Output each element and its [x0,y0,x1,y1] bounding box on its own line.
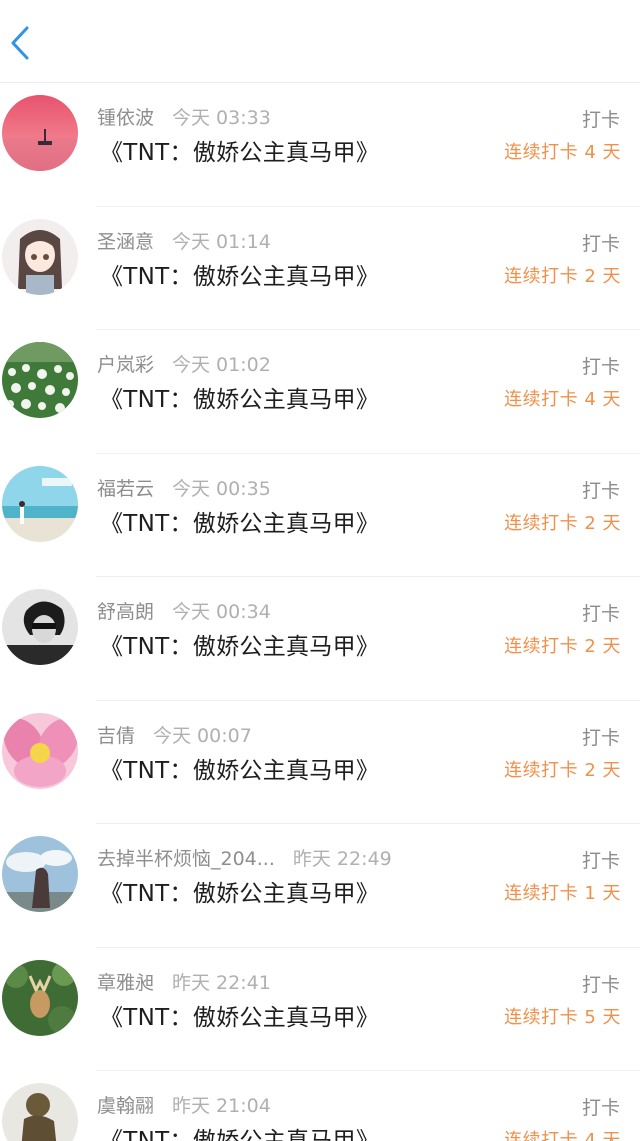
checkin-label: 打卡 [581,603,620,625]
avatar[interactable] [2,589,78,665]
book-title[interactable]: 《TNT：傲娇公主真马甲》 [100,874,379,908]
name-line: 锺依波 今天 03:33 [97,103,271,130]
user-name[interactable]: 去掉半杯烦恼_204... [97,848,275,870]
avatar[interactable] [2,836,78,912]
name-line: 去掉半杯烦恼_204... 昨天 22:49 [97,844,392,871]
checkin-time: 昨天 22:41 [172,971,271,994]
list-item[interactable]: 吉倩 今天 00:07 《TNT：傲娇公主真马甲》 打卡 连续打卡 2 天 [0,701,640,824]
streak-badge: 连续打卡 2 天 [504,636,621,657]
list-item[interactable]: 章雅昶 昨天 22:41 《TNT：傲娇公主真马甲》 打卡 连续打卡 5 天 [0,948,640,1071]
checkin-list: 锺依波 今天 03:33 《TNT：傲娇公主真马甲》 打卡 连续打卡 4 天 圣涵… [0,83,640,1141]
streak-badge: 连续打卡 2 天 [504,265,621,287]
streak-badge: 连续打卡 2 天 [504,512,621,534]
back-button[interactable] [0,18,40,68]
book-title[interactable]: 《TNT：傲娇公主真马甲》 [100,751,379,785]
checkin-time: 今天 00:34 [172,601,271,623]
user-name[interactable]: 舒高朗 [97,601,154,623]
streak-badge: 连续打卡 1 天 [504,883,621,904]
user-name[interactable]: 章雅昶 [97,972,154,994]
name-line: 章雅昶 昨天 22:41 [97,968,271,995]
checkin-label: 打卡 [581,356,620,378]
avatar[interactable] [2,95,78,171]
streak-badge: 连续打卡 5 天 [504,1006,621,1028]
checkin-time: 昨天 21:04 [172,1095,271,1117]
checkin-time: 今天 00:07 [153,724,252,747]
book-title[interactable]: 《TNT：傲娇公主真马甲》 [100,133,379,167]
user-name[interactable]: 虞翰翮 [97,1095,154,1117]
list-item[interactable]: 福若云 今天 00:35 《TNT：傲娇公主真马甲》 打卡 连续打卡 2 天 [0,454,640,577]
name-line: 吉倩 今天 00:07 [97,721,252,748]
book-title[interactable]: 《TNT：傲娇公主真马甲》 [100,998,379,1032]
checkin-label: 打卡 [581,1097,620,1119]
checkin-label: 打卡 [581,726,620,749]
name-line: 舒高朗 今天 00:34 [97,597,271,624]
chevron-left-icon [11,26,29,60]
checkin-time: 今天 01:02 [172,354,271,376]
streak-badge: 连续打卡 4 天 [504,1130,621,1141]
list-item[interactable]: 圣涵意 今天 01:14 《TNT：傲娇公主真马甲》 打卡 连续打卡 2 天 [0,207,640,330]
checkin-time: 昨天 22:49 [292,848,392,870]
name-line: 虞翰翮 昨天 21:04 [97,1091,271,1118]
book-title[interactable]: 《TNT：傲娇公主真马甲》 [100,504,379,538]
avatar[interactable] [2,218,78,295]
book-title[interactable]: 《TNT：傲娇公主真马甲》 [100,627,379,661]
streak-badge: 连续打卡 4 天 [504,389,621,410]
checkin-time: 今天 03:33 [172,107,271,129]
list-item[interactable]: 去掉半杯烦恼_204... 昨天 22:49 《TNT：傲娇公主真马甲》 打卡 连… [0,824,640,948]
checkin-label: 打卡 [581,973,620,996]
user-name[interactable]: 圣涵意 [97,231,154,253]
checkin-time: 今天 00:35 [172,477,271,500]
avatar[interactable] [2,1083,78,1141]
avatar[interactable] [2,712,78,789]
checkin-list-page: 锺依波 今天 03:33 《TNT：傲娇公主真马甲》 打卡 连续打卡 4 天 圣涵… [0,0,640,1141]
avatar[interactable] [2,342,78,418]
list-item[interactable]: 户岚彩 今天 01:02 《TNT：傲娇公主真马甲》 打卡 连续打卡 4 天 [0,330,640,454]
navbar [0,0,640,83]
list-item[interactable]: 虞翰翮 昨天 21:04 《TNT：傲娇公主真马甲》 打卡 连续打卡 4 天 [0,1071,640,1141]
book-title[interactable]: 《TNT：傲娇公主真马甲》 [100,380,379,414]
checkin-label: 打卡 [581,850,620,872]
user-name[interactable]: 福若云 [97,478,154,500]
avatar[interactable] [2,465,78,542]
checkin-label: 打卡 [581,479,620,502]
user-name[interactable]: 户岚彩 [97,354,154,376]
streak-badge: 连续打卡 4 天 [504,142,621,163]
user-name[interactable]: 吉倩 [97,725,135,747]
book-title[interactable]: 《TNT：傲娇公主真马甲》 [100,1121,379,1141]
list-item[interactable]: 锺依波 今天 03:33 《TNT：傲娇公主真马甲》 打卡 连续打卡 4 天 [0,83,640,207]
checkin-time: 今天 01:14 [172,230,271,253]
name-line: 福若云 今天 00:35 [97,474,271,501]
avatar[interactable] [2,959,78,1036]
book-title[interactable]: 《TNT：傲娇公主真马甲》 [100,257,379,291]
checkin-label: 打卡 [581,109,620,131]
list-item[interactable]: 舒高朗 今天 00:34 《TNT：傲娇公主真马甲》 打卡 连续打卡 2 天 [0,577,640,701]
checkin-label: 打卡 [581,232,620,255]
user-name[interactable]: 锺依波 [97,107,154,129]
streak-badge: 连续打卡 2 天 [504,759,621,781]
name-line: 圣涵意 今天 01:14 [97,227,271,254]
name-line: 户岚彩 今天 01:02 [97,350,271,377]
